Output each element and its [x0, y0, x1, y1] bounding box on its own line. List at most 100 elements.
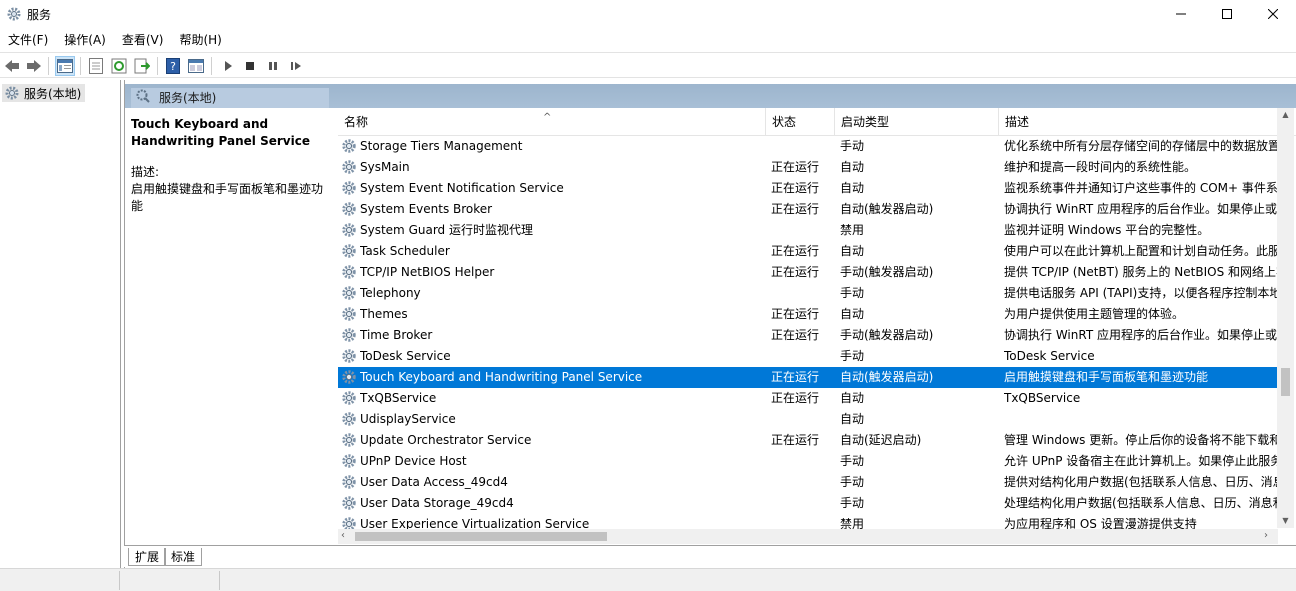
scroll-up-icon[interactable]: ▲ [1281, 110, 1290, 119]
table-row[interactable]: Storage Tiers Management 手动 优化系统中所有分层存储空间的… [338, 136, 1278, 157]
scroll-down-icon[interactable]: ▼ [1281, 516, 1290, 525]
services-gear-icon [5, 86, 19, 100]
menu-action[interactable]: 操作(A) [56, 29, 114, 51]
service-startup-type: 自动 [840, 244, 865, 258]
tab-standard[interactable]: 标准 [164, 548, 203, 566]
panel-header: 服务(本地) [125, 84, 1296, 108]
service-gear-icon [341, 285, 357, 301]
service-startup-type: 自动 [840, 181, 865, 195]
service-status: 正在运行 [771, 328, 820, 342]
start-service-button[interactable] [218, 56, 238, 76]
table-row[interactable]: TxQBService 正在运行 自动 TxQBService [338, 388, 1278, 409]
stop-service-button[interactable] [240, 56, 260, 76]
refresh-button[interactable] [109, 56, 129, 76]
service-gear-icon [341, 201, 357, 217]
scroll-left-icon[interactable]: ‹ [341, 530, 345, 541]
table-row[interactable]: Update Orchestrator Service 正在运行 自动(延迟启动) 管… [338, 430, 1278, 451]
table-row[interactable]: UPnP Device Host 手动 允许 UPnP 设备宿主在此计算机上。如果停… [338, 451, 1278, 472]
vertical-scrollbar[interactable]: ▲ ▼ [1277, 108, 1294, 528]
minimize-button[interactable] [1158, 0, 1204, 28]
service-name: Telephony [360, 286, 421, 300]
column-header-row: 名称 ^ 状态 启动类型 描述 [338, 108, 1296, 136]
column-header-startup[interactable]: 启动类型 [835, 108, 999, 136]
pause-icon [269, 62, 277, 70]
close-button[interactable] [1250, 0, 1296, 28]
table-row[interactable]: User Data Storage_49cd4 手动 处理结构化用户数据(包括联系人… [338, 493, 1278, 514]
table-row[interactable]: Task Scheduler 正在运行 自动 使用户可以在此计算机上配置和计划自动任务… [338, 241, 1278, 262]
description-label: 描述: [131, 165, 160, 179]
table-row[interactable]: TCP/IP NetBIOS Helper 正在运行 手动(触发器启动) 提供 TCP… [338, 262, 1278, 283]
selected-service-name: Touch Keyboard and Handwriting Panel Ser… [131, 117, 310, 148]
maximize-button[interactable] [1204, 0, 1250, 28]
export-list-button[interactable] [132, 56, 152, 76]
service-gear-icon [341, 243, 357, 259]
forward-button[interactable] [24, 56, 44, 76]
pause-service-button[interactable] [263, 56, 283, 76]
table-row[interactable]: User Data Access_49cd4 手动 提供对结构化用户数据(包括联系人… [338, 472, 1278, 493]
service-name: System Guard 运行时监视代理 [360, 223, 533, 237]
view-button[interactable] [186, 56, 206, 76]
tree-item-label: 服务(本地) [24, 86, 82, 101]
restart-service-button[interactable] [286, 56, 306, 76]
service-gear-icon [341, 159, 357, 175]
service-name: System Events Broker [360, 202, 493, 216]
service-status [771, 451, 837, 472]
service-startup-type: 手动 [840, 496, 865, 510]
service-gear-icon [341, 327, 357, 343]
service-startup-type: 手动(触发器启动) [840, 328, 934, 342]
table-row[interactable]: System Guard 运行时监视代理 禁用 监视并证明 Windows 平台的完… [338, 220, 1278, 241]
table-row[interactable]: UdisplayService 自动 [338, 409, 1278, 430]
table-row[interactable]: Themes 正在运行 自动 为用户提供使用主题管理的体验。 [338, 304, 1278, 325]
service-startup-type: 自动 [840, 160, 865, 174]
service-status: 正在运行 [771, 160, 820, 174]
panel-header-title: 服务(本地) [159, 91, 217, 105]
service-gear-icon [341, 453, 357, 469]
maximize-icon [1222, 9, 1232, 19]
service-name: SysMain [360, 160, 410, 174]
view-pane-icon [188, 59, 204, 73]
column-header-description[interactable]: 描述 [999, 108, 1296, 136]
tab-extended[interactable]: 扩展 [128, 548, 167, 566]
console-tree-button[interactable] [55, 56, 75, 76]
menu-view[interactable]: 查看(V) [114, 29, 172, 51]
menu-help[interactable]: 帮助(H) [171, 29, 229, 51]
help-icon: ? [166, 58, 180, 74]
service-name: TxQBService [360, 391, 437, 405]
properties-button[interactable] [86, 56, 106, 76]
window-title: 服务 [27, 8, 52, 22]
table-row[interactable]: Time Broker 正在运行 手动(触发器启动) 协调执行 WinRT 应用程序的… [338, 325, 1278, 346]
table-row[interactable]: Telephony 手动 提供电话服务 API (TAPI)支持，以便各程序控制本地 [338, 283, 1278, 304]
service-description-pane: Touch Keyboard and Handwriting Panel Ser… [125, 108, 331, 544]
sort-ascending-icon: ^ [543, 112, 552, 123]
service-status: 正在运行 [771, 202, 820, 216]
services-window: 服务 文件(F) 操作(A) 查看(V) 帮助(H) ? 服务(本地) 服务(本… [0, 0, 1296, 591]
table-row[interactable]: SysMain 正在运行 自动 维护和提高一段时间内的系统性能。 [338, 157, 1278, 178]
service-status: 正在运行 [771, 433, 820, 447]
services-list: 名称 ^ 状态 启动类型 描述 Storage Tiers Management… [338, 108, 1296, 544]
play-icon [225, 61, 232, 71]
service-description: 启用触摸键盘和手写面板笔和墨迹功能 [1004, 370, 1209, 384]
table-row[interactable]: System Event Notification Service 正在运行 自动 监… [338, 178, 1278, 199]
service-gear-icon [341, 495, 357, 511]
back-button[interactable] [2, 56, 22, 76]
column-header-status[interactable]: 状态 [766, 108, 835, 136]
table-row[interactable]: Touch Keyboard and Handwriting Panel Ser… [338, 367, 1278, 388]
service-description: 处理结构化用户数据(包括联系人信息、日历、消息和 [1004, 496, 1278, 510]
service-startup-type: 手动 [840, 475, 865, 489]
service-description: 维护和提高一段时间内的系统性能。 [1004, 160, 1197, 174]
table-row[interactable]: ToDesk Service 手动 ToDesk Service [338, 346, 1278, 367]
horizontal-scrollbar[interactable]: ‹ › [338, 529, 1278, 544]
menu-file[interactable]: 文件(F) [0, 29, 56, 51]
service-status [771, 220, 837, 241]
service-startup-type: 自动 [840, 391, 865, 405]
service-name: UdisplayService [360, 412, 456, 426]
help-button[interactable]: ? [163, 56, 183, 76]
horizontal-scroll-thumb[interactable] [355, 532, 607, 541]
table-row[interactable]: System Events Broker 正在运行 自动(触发器启动) 协调执行 Wi… [338, 199, 1278, 220]
vertical-scroll-thumb[interactable] [1281, 368, 1290, 396]
tree-item-services-local[interactable]: 服务(本地) [2, 84, 86, 102]
properties-icon [89, 58, 103, 74]
scroll-right-icon[interactable]: › [1264, 530, 1268, 541]
menu-bar: 文件(F) 操作(A) 查看(V) 帮助(H) [0, 29, 1296, 51]
column-header-name[interactable]: 名称 ^ [338, 108, 766, 136]
